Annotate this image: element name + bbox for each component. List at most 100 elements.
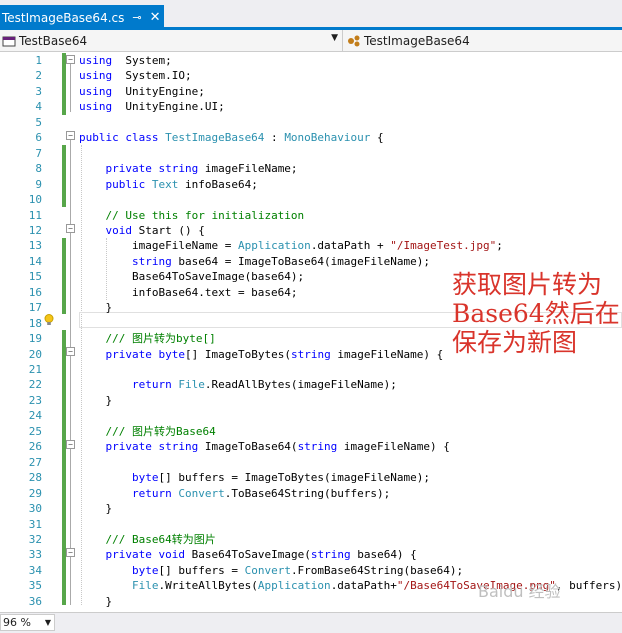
code-token: } bbox=[79, 301, 113, 315]
code-token: .WriteAllBytes( bbox=[158, 579, 258, 593]
code-line: Base64ToSaveImage(base64); bbox=[79, 269, 304, 284]
code-token: Convert bbox=[244, 563, 291, 577]
lightbulb-icon[interactable] bbox=[44, 314, 54, 326]
code-token: .ReadAllBytes(imageFileName); bbox=[204, 378, 397, 392]
line-number: 20 bbox=[28, 347, 42, 361]
navigation-bar: TestBase64 ▼ TestImageBase64 bbox=[0, 30, 622, 52]
line-number: 9 bbox=[35, 177, 42, 191]
code-token: base64) { bbox=[350, 548, 417, 562]
code-token: using bbox=[79, 84, 113, 98]
code-token: : bbox=[264, 131, 285, 145]
line-number: 32 bbox=[28, 532, 42, 546]
code-token: infoBase64; bbox=[178, 177, 258, 191]
code-token: string bbox=[297, 440, 338, 454]
code-line: public Text infoBase64; bbox=[79, 177, 258, 192]
code-line: using UnityEngine; bbox=[79, 84, 205, 99]
code-line: using System.IO; bbox=[79, 68, 192, 83]
code-token: return bbox=[131, 486, 179, 500]
code-token: /// Base64转为图片 bbox=[105, 532, 216, 546]
chevron-down-icon[interactable]: ▼ bbox=[331, 33, 338, 43]
pin-icon[interactable]: ⊸ bbox=[132, 11, 141, 24]
line-number: 27 bbox=[28, 455, 42, 469]
chevron-down-icon[interactable]: ▼ bbox=[45, 618, 51, 627]
line-number: 31 bbox=[28, 517, 42, 531]
code-token: "/ImageTest.jpg" bbox=[390, 239, 497, 253]
code-line: // Use this for initialization bbox=[79, 208, 305, 223]
code-token: infoBase64.text = base64; bbox=[79, 285, 298, 299]
code-token: .dataPath+ bbox=[330, 579, 397, 593]
line-number: 6 bbox=[35, 131, 42, 145]
code-token: Base64ToSaveImage( bbox=[184, 548, 311, 562]
code-token: Text bbox=[151, 177, 179, 191]
code-line: } bbox=[79, 594, 112, 609]
line-number: 34 bbox=[28, 563, 42, 577]
code-token: string bbox=[290, 347, 331, 361]
code-token: Application bbox=[237, 239, 311, 253]
code-line: } bbox=[79, 501, 112, 516]
code-token: Application bbox=[257, 579, 331, 593]
code-token: [] ImageToBytes( bbox=[184, 347, 291, 361]
code-line: string base64 = ImageToBase64(imageFileN… bbox=[79, 254, 430, 269]
close-icon[interactable]: ✕ bbox=[150, 10, 161, 25]
project-dropdown[interactable]: TestBase64 ▼ bbox=[0, 30, 343, 51]
code-token: [] buffers = bbox=[158, 563, 245, 577]
line-number: 33 bbox=[28, 548, 42, 562]
line-number: 25 bbox=[28, 424, 42, 438]
type-dropdown[interactable]: TestImageBase64 bbox=[345, 30, 622, 51]
type-label: TestImageBase64 bbox=[364, 33, 470, 48]
code-token: imageFileName = bbox=[79, 239, 238, 253]
fold-guide bbox=[70, 64, 71, 112]
tab-filename: TestImageBase64.cs bbox=[2, 10, 125, 25]
code-token: void bbox=[105, 223, 133, 237]
code-token: imageFileName) { bbox=[330, 347, 444, 361]
fold-toggle[interactable]: − bbox=[66, 440, 75, 449]
code-token: /// 图片转为Base64 bbox=[105, 424, 216, 438]
code-line: return Convert.ToBase64String(buffers); bbox=[79, 486, 390, 501]
zoom-dropdown[interactable]: 96 % ▼ bbox=[0, 614, 55, 631]
code-token: ; bbox=[496, 239, 503, 253]
fold-toggle[interactable]: − bbox=[66, 224, 75, 233]
code-token: base64 = ImageToBase64(imageFileName); bbox=[171, 254, 431, 268]
code-token: using bbox=[79, 69, 113, 83]
code-token: Convert bbox=[178, 486, 225, 500]
code-token: private void bbox=[105, 548, 185, 562]
code-line: private void Base64ToSaveImage(string ba… bbox=[79, 547, 417, 562]
code-token: byte bbox=[131, 471, 159, 485]
code-token: [] buffers = ImageToBytes(imageFileName)… bbox=[158, 471, 431, 485]
code-line: public class TestImageBase64 : MonoBehav… bbox=[79, 130, 384, 145]
code-line: using UnityEngine.UI; bbox=[79, 99, 225, 114]
code-token: return bbox=[131, 378, 179, 392]
code-line: infoBase64.text = base64; bbox=[79, 285, 298, 300]
fold-toggle[interactable]: − bbox=[66, 347, 75, 356]
code-token: } bbox=[79, 502, 113, 516]
code-line: void Start () { bbox=[79, 223, 205, 238]
code-token: } bbox=[79, 594, 113, 608]
line-number: 3 bbox=[35, 84, 42, 98]
tab-testimagebase64[interactable]: TestImageBase64.cs ⊸ ✕ bbox=[0, 5, 164, 30]
code-line: private string ImageToBase64(string imag… bbox=[79, 439, 450, 454]
code-line: return File.ReadAllBytes(imageFileName); bbox=[79, 377, 397, 392]
code-line: /// Base64转为图片 bbox=[79, 532, 216, 547]
code-line: imageFileName = Application.dataPath + "… bbox=[79, 238, 503, 253]
code-token: using bbox=[79, 100, 113, 114]
code-token: { bbox=[370, 131, 384, 145]
code-token: UnityEngine.UI; bbox=[112, 100, 225, 114]
fold-toggle[interactable]: − bbox=[66, 131, 75, 140]
line-number: 1 bbox=[35, 54, 42, 67]
code-token: // Use this for initialization bbox=[105, 208, 305, 222]
line-number: 35 bbox=[28, 579, 42, 593]
fold-toggle[interactable]: − bbox=[66, 548, 75, 557]
fold-toggle[interactable]: − bbox=[66, 55, 75, 64]
zoom-value: 96 % bbox=[3, 616, 31, 629]
